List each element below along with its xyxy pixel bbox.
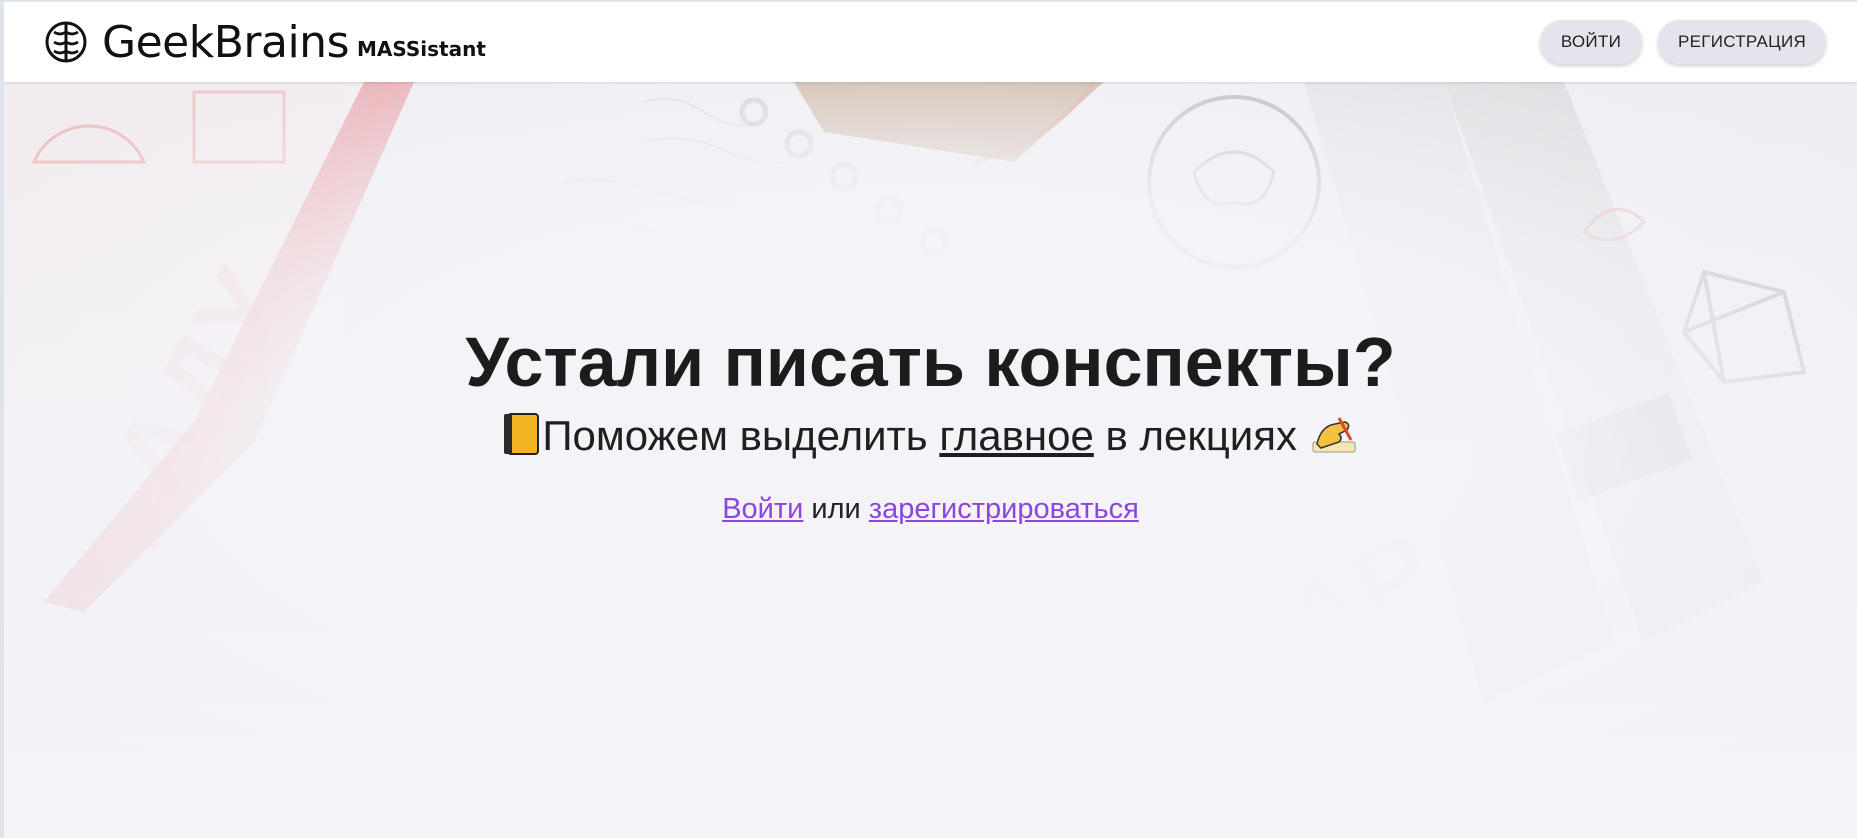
top-header: GeekBrains MASSistant ВОЙТИ РЕГИСТРАЦИЯ xyxy=(4,2,1857,82)
page: GeekBrains MASSistant ВОЙТИ РЕГИСТРАЦИЯ xyxy=(4,2,1857,838)
writing-hand-icon xyxy=(1309,412,1359,466)
logo[interactable]: GeekBrains MASSistant xyxy=(44,16,486,68)
cta-login-link[interactable]: Войти xyxy=(722,493,803,525)
hero-section: АР АДУ Устали писать конспекты? Поможем … xyxy=(4,82,1857,838)
hero-content: Устали писать конспекты? Поможем выделит… xyxy=(4,82,1857,838)
hero-cta: Войти или зарегистрироваться xyxy=(4,493,1857,526)
register-button[interactable]: РЕГИСТРАЦИЯ xyxy=(1658,20,1826,64)
logo-text: GeekBrains xyxy=(102,16,350,68)
hero-subtitle: Поможем выделить главное в лекциях xyxy=(4,412,1857,466)
login-button[interactable]: ВОЙТИ xyxy=(1540,20,1642,64)
subtitle-after: в лекциях xyxy=(1093,412,1298,460)
brain-logo-icon xyxy=(45,21,87,63)
subtitle-before: Поможем выделить xyxy=(542,412,940,460)
hero-title: Устали писать конспекты? xyxy=(465,323,1396,401)
notebook-icon xyxy=(502,412,542,466)
cta-register-link[interactable]: зарегистрироваться xyxy=(869,493,1139,525)
logo-subtitle: MASSistant xyxy=(357,37,486,61)
cta-or-text: или xyxy=(803,493,869,525)
subtitle-emphasis: главное xyxy=(939,412,1094,460)
